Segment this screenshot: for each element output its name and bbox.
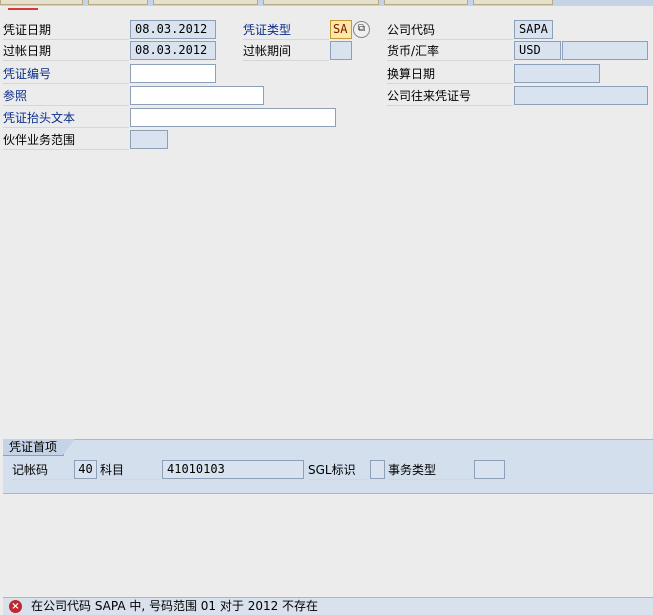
intercompany-number-field[interactable] bbox=[514, 86, 648, 105]
toolbar-focus-marker bbox=[8, 8, 38, 10]
transaction-type-label: 事务类型 bbox=[388, 461, 472, 480]
trading-partner-label: 伙伴业务范围 bbox=[3, 131, 129, 150]
posting-key-label: 记帐码 bbox=[12, 461, 72, 480]
currency-field[interactable]: USD bbox=[514, 41, 561, 60]
posting-period-field[interactable] bbox=[330, 41, 352, 60]
posting-period-label: 过帐期间 bbox=[243, 42, 329, 61]
toolbar-button-4[interactable] bbox=[263, 0, 379, 5]
exchange-rate-field[interactable] bbox=[562, 41, 648, 60]
company-code-label: 公司代码 bbox=[387, 21, 513, 40]
doc-date-label: 凭证日期 bbox=[3, 21, 129, 40]
toolbar-button-3[interactable] bbox=[153, 0, 258, 5]
doc-number-label[interactable]: 凭证编号 bbox=[3, 65, 129, 84]
status-bar[interactable]: × 在公司代码 SAPA 中, 号码范围 01 对于 2012 不存在 bbox=[3, 597, 653, 615]
value-help-icon[interactable]: ⧉ bbox=[353, 21, 370, 38]
translation-date-label: 换算日期 bbox=[387, 65, 513, 84]
toolbar-button-2[interactable] bbox=[88, 0, 148, 5]
currency-label: 货币/汇率 bbox=[387, 42, 513, 61]
sgl-indicator-field[interactable] bbox=[370, 460, 385, 479]
doc-type-field[interactable]: SA bbox=[330, 20, 352, 39]
error-icon: × bbox=[9, 600, 22, 613]
application-toolbar bbox=[0, 0, 653, 6]
account-label: 科目 bbox=[100, 461, 160, 480]
sgl-indicator-label: SGL标识 bbox=[308, 461, 368, 480]
status-message: 在公司代码 SAPA 中, 号码范围 01 对于 2012 不存在 bbox=[31, 599, 319, 613]
posting-key-field[interactable]: 40 bbox=[74, 460, 97, 479]
toolbar-button-1[interactable] bbox=[0, 0, 83, 5]
reference-label[interactable]: 参照 bbox=[3, 87, 129, 106]
doc-date-field[interactable]: 08.03.2012 bbox=[130, 20, 216, 39]
doc-type-label[interactable]: 凭证类型 bbox=[243, 21, 329, 40]
posting-date-field[interactable]: 08.03.2012 bbox=[130, 41, 216, 60]
toolbar-button-6[interactable] bbox=[473, 0, 553, 5]
posting-date-label: 过帐日期 bbox=[3, 42, 129, 61]
first-item-tab: 凭证首项 bbox=[3, 439, 76, 456]
trading-partner-field[interactable] bbox=[130, 130, 168, 149]
intercompany-number-label: 公司往来凭证号 bbox=[387, 87, 513, 106]
doc-number-input[interactable] bbox=[130, 64, 216, 83]
account-field[interactable]: 41010103 bbox=[162, 460, 304, 479]
header-text-input[interactable] bbox=[130, 108, 336, 127]
reference-input[interactable] bbox=[130, 86, 264, 105]
toolbar-button-5[interactable] bbox=[384, 0, 468, 5]
header-text-label[interactable]: 凭证抬头文本 bbox=[3, 109, 129, 128]
transaction-type-field[interactable] bbox=[474, 460, 505, 479]
translation-date-field[interactable] bbox=[514, 64, 600, 83]
company-code-field[interactable]: SAPA bbox=[514, 20, 553, 39]
